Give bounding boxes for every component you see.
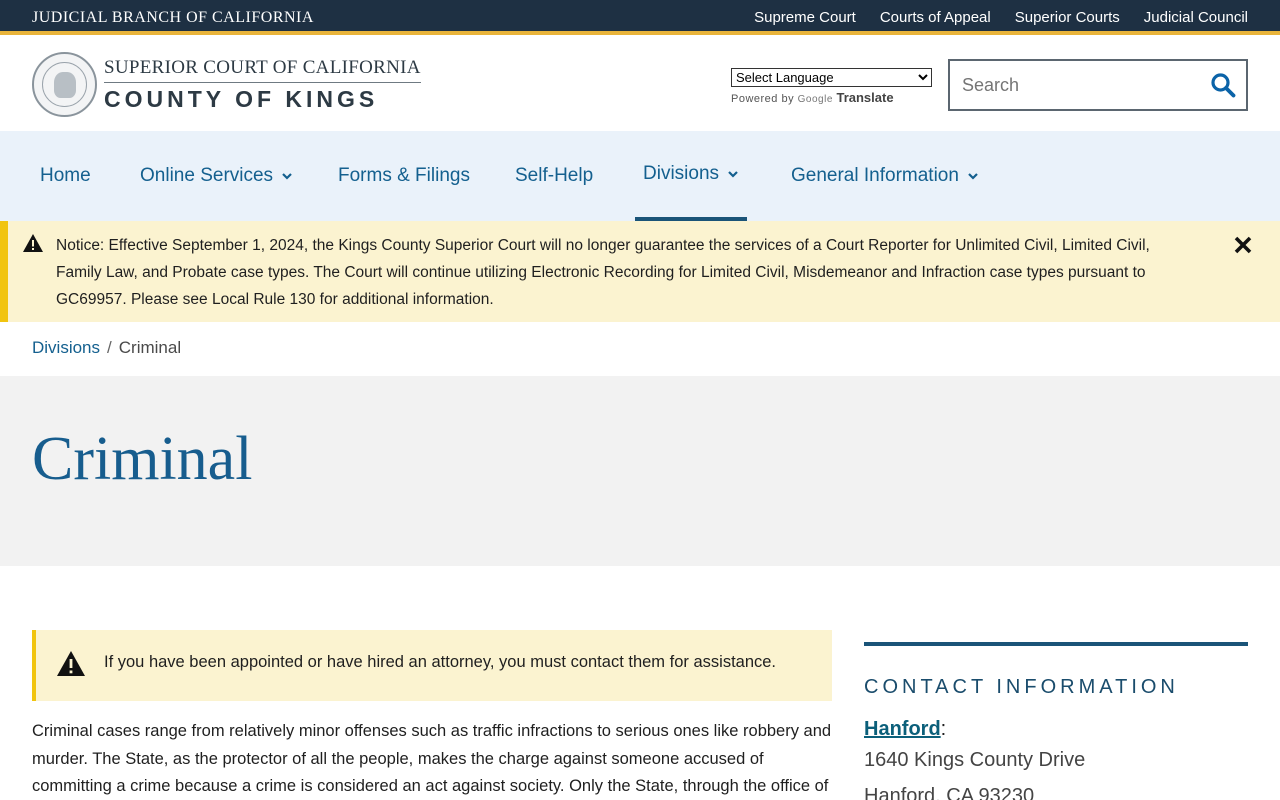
powered-by-google: Powered by Google Translate	[731, 90, 932, 105]
breadcrumb-separator: /	[107, 338, 112, 357]
court-name-line2: COUNTY OF KINGS	[104, 86, 379, 112]
chevron-down-icon	[968, 173, 978, 180]
nav-item-label: Home	[40, 165, 91, 186]
notice-text: Notice: Effective September 1, 2024, the…	[56, 237, 1150, 308]
nav-item-online-services[interactable]: Online Services	[140, 131, 293, 221]
nav-item-home[interactable]: Home	[40, 131, 91, 221]
address-line1: 1640 Kings County Drive	[864, 749, 1086, 771]
site-header: SUPERIOR COURT OF CALIFORNIA COUNTY OF K…	[0, 39, 1280, 131]
criminal-intro-paragraph: Criminal cases range from relatively min…	[32, 722, 832, 795]
close-icon[interactable]	[1232, 234, 1254, 256]
utility-links: Supreme Court Courts of Appeal Superior …	[754, 9, 1248, 26]
nav-item-label: General Information	[791, 165, 959, 186]
language-select[interactable]: Select Language	[731, 68, 932, 87]
nav-item-label: Self-Help	[515, 165, 594, 186]
search-box	[948, 59, 1248, 111]
google-logo: Google	[797, 94, 833, 105]
nav-item-divisions[interactable]: Divisions	[635, 131, 748, 221]
nav-item-label: Divisions	[643, 163, 720, 184]
warning-icon	[57, 651, 85, 676]
nav-item-self-help[interactable]: Self-Help	[515, 131, 593, 221]
location-colon: :	[940, 718, 947, 740]
court-seal-logo[interactable]	[32, 52, 97, 117]
nav-item-label: Online Services	[140, 165, 274, 186]
judicial-council-link[interactable]: Judicial Council	[1144, 9, 1248, 26]
utility-bar: Judicial Branch of California Supreme Co…	[0, 0, 1280, 35]
breadcrumb-divisions-link[interactable]: Divisions	[32, 338, 100, 357]
main-nav: Home Online Services Forms & Filings Sel…	[0, 131, 1280, 221]
contact-location: Hanford:	[864, 718, 1248, 741]
chevron-down-icon	[282, 173, 292, 180]
search-input[interactable]	[962, 73, 1192, 97]
breadcrumb: Divisions / Criminal	[32, 338, 181, 358]
page-title: Criminal	[32, 425, 253, 493]
search-icon[interactable]	[1210, 72, 1236, 98]
page-hero: Criminal	[0, 376, 1280, 566]
nav-item-label: Forms & Filings	[338, 165, 470, 186]
supreme-court-link[interactable]: Supreme Court	[754, 9, 856, 26]
nav-item-forms-filings[interactable]: Forms & Filings	[338, 131, 470, 221]
attorney-alert-text: If you have been appointed or have hired…	[104, 653, 777, 671]
superior-courts-link[interactable]: Superior Courts	[1015, 9, 1120, 26]
address-line2: Hanford, CA 93230	[864, 785, 1035, 800]
powered-by-text: Powered by	[731, 93, 795, 105]
notice-banner: Notice: Effective September 1, 2024, the…	[0, 221, 1280, 322]
courts-of-appeal-link[interactable]: Courts of Appeal	[880, 9, 991, 26]
hanford-link[interactable]: Hanford	[864, 718, 941, 740]
attorney-alert: If you have been appointed or have hired…	[32, 630, 832, 701]
warning-icon	[23, 234, 43, 252]
court-name-line1: SUPERIOR COURT OF CALIFORNIA	[104, 57, 421, 83]
contact-information: Contact Information Hanford: 1640 Kings …	[864, 642, 1248, 800]
google-translate: Select Language Powered by Google Transl…	[731, 68, 932, 105]
judicial-branch-link[interactable]: Judicial Branch of California	[32, 9, 314, 27]
chevron-down-icon	[728, 171, 738, 178]
nav-item-general-information[interactable]: General Information	[791, 131, 979, 221]
court-name-logo[interactable]: SUPERIOR COURT OF CALIFORNIA COUNTY OF K…	[104, 57, 421, 113]
contact-heading: Contact Information	[864, 676, 1179, 698]
translate-link[interactable]: Translate	[836, 90, 893, 105]
breadcrumb-current: Criminal	[118, 338, 182, 357]
